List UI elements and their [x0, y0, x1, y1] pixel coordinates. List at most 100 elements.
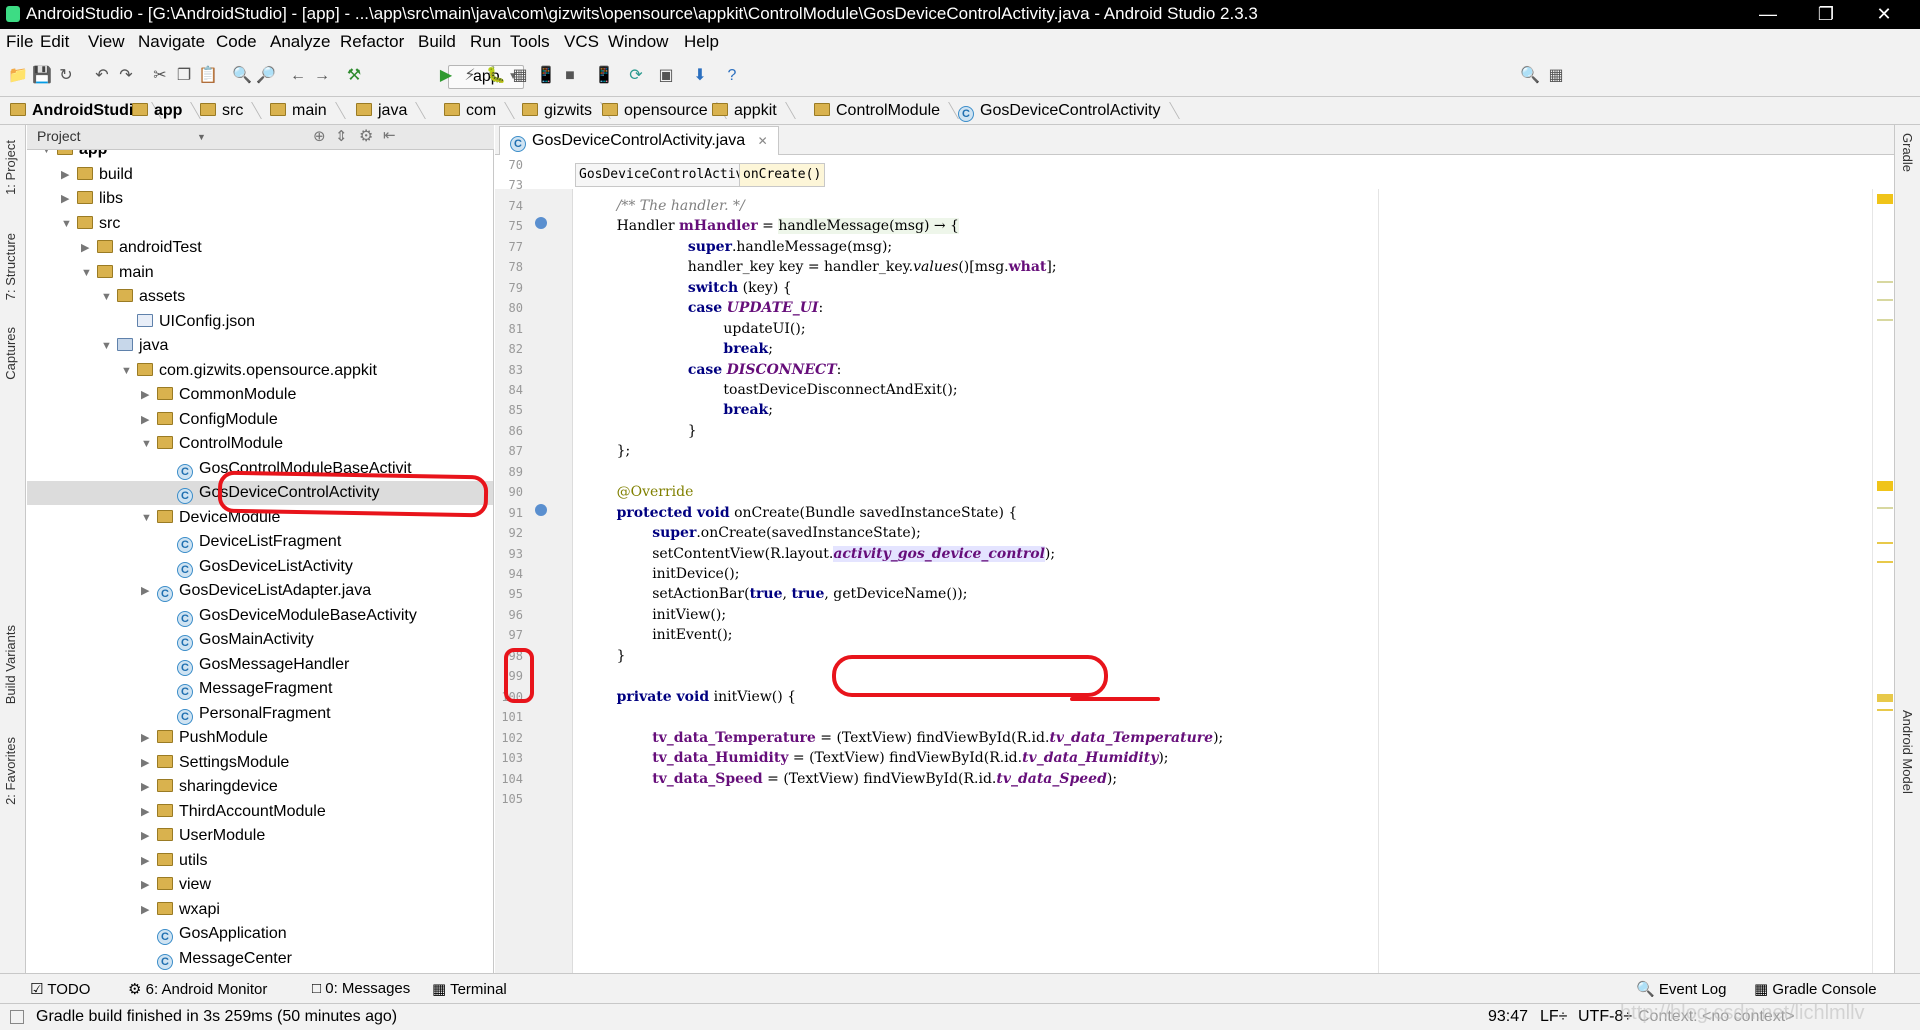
override-marker-icon[interactable] [535, 504, 547, 516]
redo-icon[interactable]: ↷ [116, 66, 136, 86]
line-separator[interactable]: LF÷ [1540, 1008, 1567, 1026]
tree-item[interactable]: ▶ androidTest [27, 236, 493, 260]
tree-item[interactable]: ▶ CommonModule [27, 383, 493, 407]
tree-item[interactable]: C GosApplication [27, 922, 493, 946]
tree-item[interactable]: ▶ libs [27, 187, 493, 211]
tree-item[interactable]: ▶ utils [27, 849, 493, 873]
minimize-button[interactable]: — [1748, 2, 1788, 26]
expanded-arrow-icon[interactable]: ▼ [141, 432, 152, 456]
tool-window-toggle-icon[interactable] [10, 1010, 24, 1024]
editor-tab-file[interactable]: C GosDeviceControlActivity.java ✕ [499, 126, 779, 155]
run-icon[interactable]: ▶ [436, 66, 456, 86]
gradle-console-tool-tab[interactable]: ▦ Gradle Console [1754, 980, 1877, 998]
expanded-arrow-icon[interactable]: ▼ [101, 285, 112, 309]
build-variants-tool-tab[interactable]: Build Variants [3, 625, 18, 704]
breadcrumb-src[interactable]: src [200, 97, 261, 124]
sync-icon[interactable]: ↻ [56, 66, 76, 86]
chevron-down-icon[interactable]: ▼ [197, 132, 206, 142]
menu-analyze[interactable]: Analyze [270, 32, 330, 52]
collapsed-arrow-icon[interactable]: ▶ [81, 236, 89, 260]
menu-window[interactable]: Window [608, 32, 668, 52]
android-model-tool-tab[interactable]: Android Model [1900, 710, 1915, 794]
hide-panel-icon[interactable]: ⇤ [383, 126, 396, 144]
collapsed-arrow-icon[interactable]: ▶ [141, 873, 149, 897]
project-structure-icon[interactable]: ▣ [656, 66, 676, 86]
copy-icon[interactable]: ❐ [174, 66, 194, 86]
collapsed-arrow-icon[interactable]: ▶ [141, 408, 149, 432]
menu-file[interactable]: File [6, 32, 33, 52]
favorites-tool-tab[interactable]: 2: Favorites [3, 737, 18, 805]
collapsed-arrow-icon[interactable]: ▶ [141, 898, 149, 922]
forward-icon[interactable]: → [312, 66, 332, 86]
expanded-arrow-icon[interactable]: ▼ [61, 212, 72, 236]
error-stripe[interactable] [1872, 189, 1894, 973]
tree-item[interactable]: C MessageCenter [27, 947, 493, 971]
breadcrumb-main[interactable]: main [270, 97, 345, 124]
make-project-icon[interactable]: ⚒ [344, 66, 364, 86]
collapsed-arrow-icon[interactable]: ▶ [141, 383, 149, 407]
tree-item[interactable]: C DeviceListFragment [27, 530, 493, 554]
captures-tool-tab[interactable]: Captures [3, 327, 18, 380]
paste-icon[interactable]: 📋 [198, 66, 218, 86]
caret-position[interactable]: 93:47 [1488, 1008, 1528, 1026]
avd-manager-icon[interactable]: 📱 [594, 66, 614, 86]
menu-vcs[interactable]: VCS [564, 32, 599, 52]
expanded-arrow-icon[interactable]: ▼ [41, 150, 52, 162]
profile-icon[interactable]: ▦ [510, 66, 530, 86]
menu-build[interactable]: Build [418, 32, 456, 52]
android-monitor-tool-tab[interactable]: ⚙ 6: Android Monitor [128, 980, 267, 998]
collapsed-arrow-icon[interactable]: ▶ [141, 824, 149, 848]
gradle-sync-icon[interactable]: ⟳ [626, 66, 646, 86]
tree-item[interactable]: ▶ ConfigModule [27, 408, 493, 432]
attach-debugger-icon[interactable]: 📱 [536, 66, 556, 86]
breadcrumb-opensource[interactable]: opensource [602, 97, 726, 124]
project-view-selector[interactable]: Project [37, 128, 81, 144]
close-tab-icon[interactable]: ✕ [758, 134, 768, 148]
breadcrumb-method[interactable]: onCreate() [739, 163, 826, 187]
collapsed-arrow-icon[interactable]: ▶ [141, 579, 149, 603]
structure-tool-tab[interactable]: 7: Structure [3, 233, 18, 300]
collapsed-arrow-icon[interactable]: ▶ [141, 726, 149, 750]
tree-item[interactable]: ▶ build [27, 163, 493, 187]
maximize-button[interactable]: ❐ [1806, 2, 1846, 26]
undo-icon[interactable]: ↶ [92, 66, 112, 86]
help-icon[interactable]: ? [722, 66, 742, 86]
tree-item[interactable]: C GosDeviceListActivity [27, 555, 493, 579]
scroll-from-source-icon[interactable]: ⊕ [313, 127, 326, 145]
expanded-arrow-icon[interactable]: ▼ [121, 359, 132, 383]
tree-item[interactable]: C MessageFragment [27, 677, 493, 701]
collapsed-arrow-icon[interactable]: ▶ [141, 800, 149, 824]
tree-item[interactable]: ▼ assets [27, 285, 493, 309]
tree-item[interactable]: ▼ java [27, 334, 493, 358]
expanded-arrow-icon[interactable]: ▼ [81, 261, 92, 285]
tree-item[interactable]: C GosMainActivity [27, 628, 493, 652]
tree-item[interactable]: ▶ ThirdAccountModule [27, 800, 493, 824]
breadcrumb-app[interactable]: app [132, 97, 200, 124]
apply-changes-icon[interactable]: ⚡ [460, 66, 480, 86]
tree-item[interactable]: ▼ ControlModule [27, 432, 493, 456]
menu-tools[interactable]: Tools [510, 32, 550, 52]
save-icon[interactable]: 💾 [32, 66, 52, 86]
collapsed-arrow-icon[interactable]: ▶ [141, 751, 149, 775]
menu-code[interactable]: Code [216, 32, 257, 52]
cut-icon[interactable]: ✂ [150, 66, 170, 86]
find-icon[interactable]: 🔍 [232, 66, 252, 86]
menu-view[interactable]: View [88, 32, 125, 52]
tree-item[interactable]: UIConfig.json [27, 310, 493, 334]
menu-refactor[interactable]: Refactor [340, 32, 404, 52]
layout-icon[interactable]: ▦ [1546, 66, 1566, 86]
code-editor[interactable]: }; /** The handler. */ Handler mHandler … [573, 189, 1894, 973]
tree-item[interactable]: ▶ sharingdevice [27, 775, 493, 799]
menu-help[interactable]: Help [684, 32, 719, 52]
breadcrumb-controlmodule[interactable]: ControlModule [814, 97, 958, 124]
event-log-tool-tab[interactable]: 🔍 Event Log [1636, 980, 1726, 998]
tree-item[interactable]: C GosDeviceModuleBaseActivity [27, 604, 493, 628]
tree-item[interactable]: ▶ C GosDeviceListAdapter.java [27, 579, 493, 603]
debug-icon[interactable]: 🐛 [486, 66, 506, 86]
collapsed-arrow-icon[interactable]: ▶ [61, 163, 69, 187]
tree-item[interactable]: ▶ view [27, 873, 493, 897]
menu-run[interactable]: Run [470, 32, 501, 52]
tree-item[interactable]: ▼ com.gizwits.opensource.appkit [27, 359, 493, 383]
replace-icon[interactable]: 🔎 [256, 66, 276, 86]
breadcrumb-appkit[interactable]: appkit [712, 97, 795, 124]
